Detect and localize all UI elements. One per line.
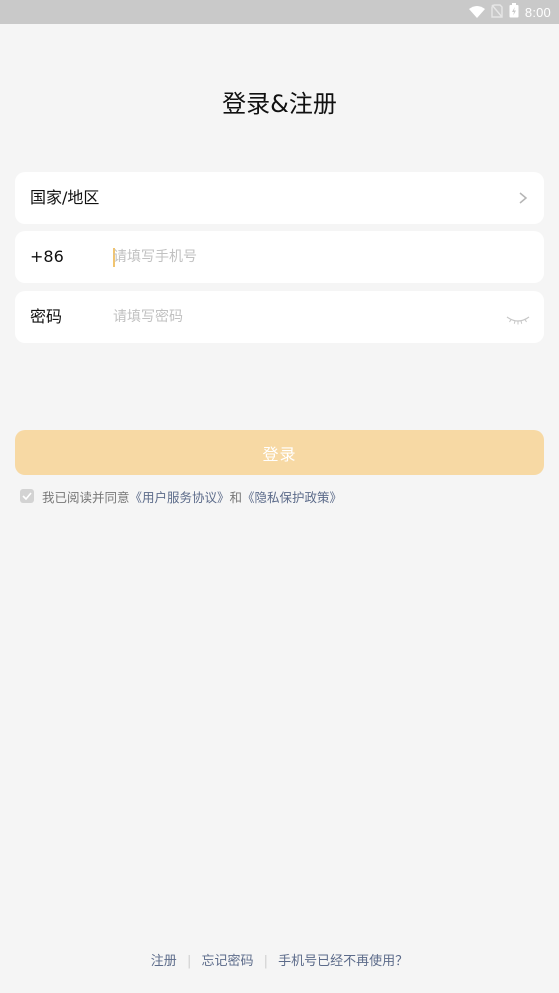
phone-unavailable-link[interactable]: 手机号已经不再使用？ bbox=[278, 954, 408, 969]
password-field: 密码 bbox=[15, 291, 544, 343]
footer-separator: | bbox=[263, 954, 269, 969]
agreement-checkbox[interactable] bbox=[20, 489, 34, 503]
chevron-right-icon bbox=[516, 190, 530, 206]
battery-charging-icon bbox=[509, 2, 519, 22]
checkmark-icon bbox=[22, 492, 32, 500]
privacy-link[interactable]: 《隐私保护政策》 bbox=[242, 487, 342, 506]
phone-prefix[interactable]: +86 bbox=[30, 231, 64, 283]
page-title: 登录&注册 bbox=[222, 90, 337, 118]
status-icons: 8:00 bbox=[468, 2, 551, 22]
forgot-password-link[interactable]: 忘记密码 bbox=[201, 954, 253, 969]
status-time: 8:00 bbox=[524, 4, 551, 20]
password-input[interactable] bbox=[113, 305, 493, 329]
register-link[interactable]: 注册 bbox=[151, 954, 177, 969]
terms-link[interactable]: 《用户服务协议》 bbox=[130, 487, 230, 506]
wifi-icon bbox=[468, 3, 485, 22]
footer-separator: | bbox=[186, 954, 192, 969]
eye-closed-icon[interactable] bbox=[506, 311, 530, 325]
region-label: 国家/地区 bbox=[30, 188, 100, 207]
region-selector[interactable]: 国家/地区 bbox=[15, 172, 544, 224]
agreement-prefix: 我已阅读并同意 bbox=[42, 489, 130, 505]
agreement-conjunction: 和 bbox=[229, 489, 243, 505]
footer-links: 注册 | 忘记密码 | 手机号已经不再使用？ bbox=[0, 950, 559, 969]
no-sim-icon bbox=[491, 3, 503, 22]
agreement-row: 我已阅读并同意 《用户服务协议》 和 《隐私保护政策》 bbox=[20, 487, 342, 505]
phone-input[interactable] bbox=[113, 245, 493, 269]
status-bar: 8:00 bbox=[0, 0, 559, 24]
login-button[interactable]: 登录 bbox=[15, 430, 544, 475]
phone-field: +86 bbox=[15, 231, 544, 283]
password-label: 密码 bbox=[30, 307, 63, 326]
